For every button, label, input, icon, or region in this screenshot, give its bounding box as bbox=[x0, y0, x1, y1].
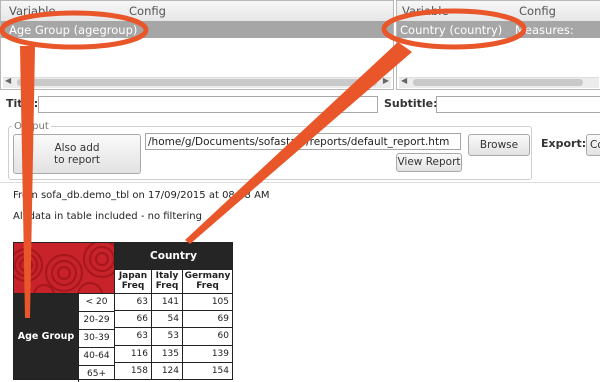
country-column-header: Country bbox=[114, 242, 233, 270]
report-source-line: From sofa_db.demo_tbl on 17/09/2015 at 0… bbox=[13, 190, 270, 201]
table-corner bbox=[13, 242, 115, 294]
country-japan: Japan bbox=[118, 271, 148, 282]
export-label: Export: bbox=[541, 137, 587, 150]
age-group-row-header: Age Group bbox=[14, 294, 78, 379]
export-copy-button[interactable]: Co bbox=[586, 134, 600, 156]
row-header-block: Age Group < 20 20-29 30-39 40-64 65+ bbox=[13, 293, 115, 382]
report-divider bbox=[0, 182, 600, 183]
table-cell: 63 bbox=[114, 327, 152, 346]
table-cell: 53 bbox=[151, 327, 183, 346]
scroll-left-icon[interactable]: ◀ bbox=[401, 76, 407, 85]
browse-button[interactable]: Browse bbox=[468, 134, 530, 156]
scrollbar-thumb[interactable] bbox=[17, 79, 377, 86]
col-pane-scrollbar[interactable]: ◀ bbox=[399, 76, 599, 88]
subtitle-input[interactable] bbox=[436, 96, 600, 113]
row-variable-label: Age Group (agegroup) bbox=[9, 23, 138, 37]
measure-label: Freq bbox=[196, 281, 219, 292]
view-report-button[interactable]: View Report bbox=[396, 153, 462, 172]
table-cell: 63 bbox=[114, 292, 152, 312]
col-variable-label: Country (country) bbox=[400, 23, 503, 37]
row-labels: < 20 20-29 30-39 40-64 65+ bbox=[78, 294, 114, 382]
column-variables-pane[interactable]: Variable Config Country (country) Measur… bbox=[396, 0, 600, 90]
col-variable-col-header: Variable bbox=[402, 4, 449, 18]
also-add-to-report-button[interactable]: Also add to report bbox=[13, 134, 141, 174]
row-pane-scrollbar[interactable]: ◀ ▶ bbox=[3, 76, 391, 88]
measure-label: Freq bbox=[155, 281, 179, 292]
col-pane-header: Variable Config bbox=[397, 1, 600, 22]
row-variables-pane[interactable]: Variable Config Age Group (agegroup) ◀ ▶ bbox=[0, 0, 394, 90]
table-cell: 141 bbox=[151, 292, 183, 312]
subtitle-label: Subtitle: bbox=[384, 97, 438, 110]
table-cell: 105 bbox=[182, 292, 233, 312]
table-cell: 69 bbox=[182, 310, 233, 329]
table-cell: 158 bbox=[114, 361, 152, 381]
country-italy: Italy bbox=[155, 271, 179, 282]
row-label: 40-64 bbox=[78, 348, 114, 366]
row-config-col-header: Config bbox=[129, 4, 166, 18]
also-add-line1: Also add bbox=[54, 142, 100, 154]
table-cell: 139 bbox=[182, 344, 233, 363]
table-cell: 135 bbox=[151, 344, 183, 363]
country-germany: Germany bbox=[184, 271, 231, 282]
measure-label: Freq bbox=[121, 281, 145, 292]
column-header-japan: Japan Freq bbox=[114, 268, 152, 295]
output-group-label: Output bbox=[12, 121, 51, 132]
row-label: < 20 bbox=[78, 294, 114, 312]
scroll-right-icon[interactable]: ▶ bbox=[383, 76, 389, 85]
table-cell: 60 bbox=[182, 327, 233, 346]
scroll-left-icon[interactable]: ◀ bbox=[5, 76, 11, 85]
row-label: 65+ bbox=[78, 366, 114, 382]
title-label: Title: bbox=[6, 97, 39, 110]
table-cell: 154 bbox=[182, 361, 233, 381]
col-variable-item[interactable]: Country (country) Measures: Freq bbox=[397, 21, 600, 51]
col-config-label: Measures: Freq bbox=[515, 23, 574, 51]
row-label: 20-29 bbox=[78, 312, 114, 330]
table-cell: 66 bbox=[114, 310, 152, 329]
column-header-germany: Germany Freq bbox=[182, 268, 233, 295]
col-config-col-header: Config bbox=[519, 4, 556, 18]
row-pane-header: Variable Config bbox=[1, 1, 393, 22]
report-path-input[interactable]: /home/g/Documents/sofastats/reports/defa… bbox=[145, 133, 461, 150]
row-variable-item[interactable]: Age Group (agegroup) bbox=[1, 21, 393, 38]
title-input[interactable] bbox=[38, 96, 378, 113]
also-add-line2: to report bbox=[54, 154, 100, 166]
report-filter-line: All data in table included - no filterin… bbox=[13, 211, 202, 222]
scrollbar-thumb[interactable] bbox=[413, 79, 583, 86]
table-cell: 116 bbox=[114, 344, 152, 363]
table-cell: 124 bbox=[151, 361, 183, 381]
table-cell: 54 bbox=[151, 310, 183, 329]
row-label: 30-39 bbox=[78, 330, 114, 348]
column-header-italy: Italy Freq bbox=[151, 268, 183, 295]
frequency-table: Country Japan Freq Italy Freq Germany Freq … bbox=[13, 242, 233, 382]
row-variable-col-header: Variable bbox=[9, 4, 56, 18]
swirl-pattern-icon bbox=[14, 243, 114, 293]
